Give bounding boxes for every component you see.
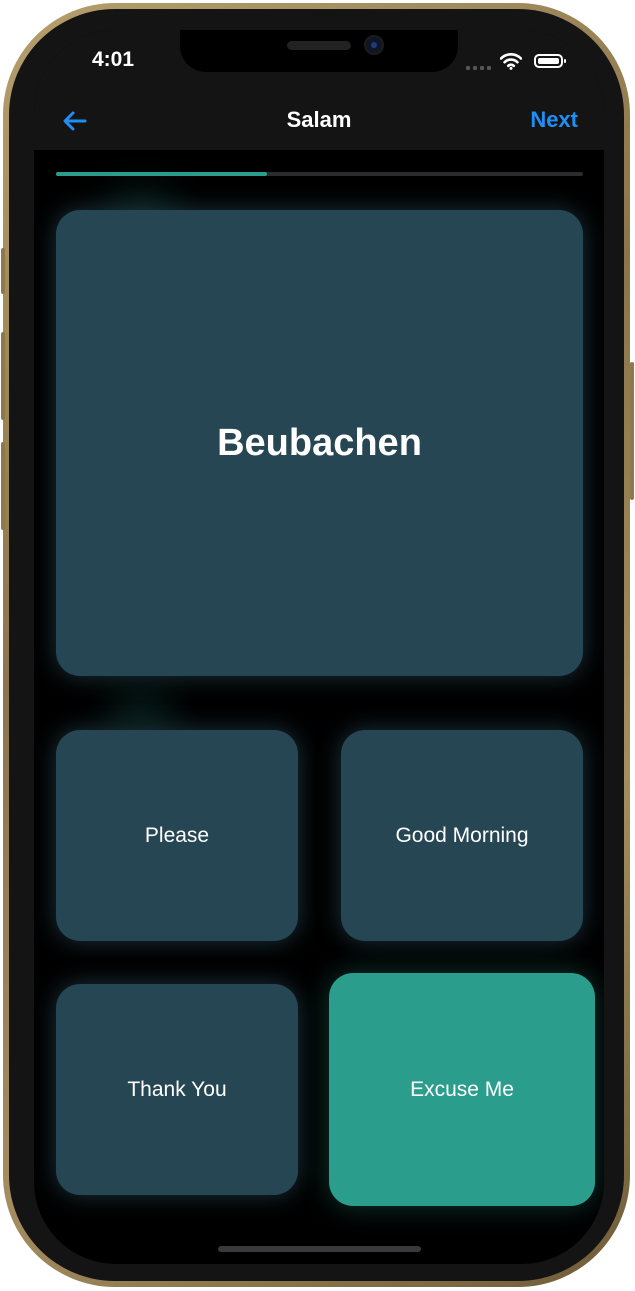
speaker-grille (287, 41, 351, 50)
option-thank-you[interactable]: Thank You (56, 984, 298, 1195)
screen: 4:01 Salam Next Beubachen Please Good Mo… (34, 30, 604, 1264)
option-excuse-me[interactable]: Excuse Me (329, 973, 595, 1206)
front-camera (364, 35, 384, 55)
notch (180, 30, 458, 72)
cellular-signal-icon (466, 66, 491, 70)
next-button[interactable]: Next (530, 107, 578, 133)
status-time: 4:01 (92, 48, 135, 71)
home-indicator (218, 1246, 421, 1252)
prompt-word: Beubachen (217, 421, 422, 464)
progress-bar (56, 172, 583, 176)
option-label: Thank You (127, 1077, 227, 1101)
volume-up-button (1, 332, 5, 420)
power-button (630, 362, 634, 500)
prompt-card: Beubachen (56, 210, 583, 676)
option-label: Good Morning (395, 823, 529, 847)
option-good-morning[interactable]: Good Morning (341, 730, 583, 941)
option-please[interactable]: Please (56, 730, 298, 941)
option-label: Please (144, 823, 210, 847)
progress-fill (56, 172, 267, 176)
page-title: Salam (286, 107, 352, 132)
decorative-glow (106, 695, 176, 735)
wifi-icon (500, 53, 522, 70)
silent-switch (1, 248, 5, 294)
option-label: Excuse Me (410, 1077, 514, 1101)
battery-icon (534, 54, 566, 68)
volume-down-button (1, 442, 5, 530)
